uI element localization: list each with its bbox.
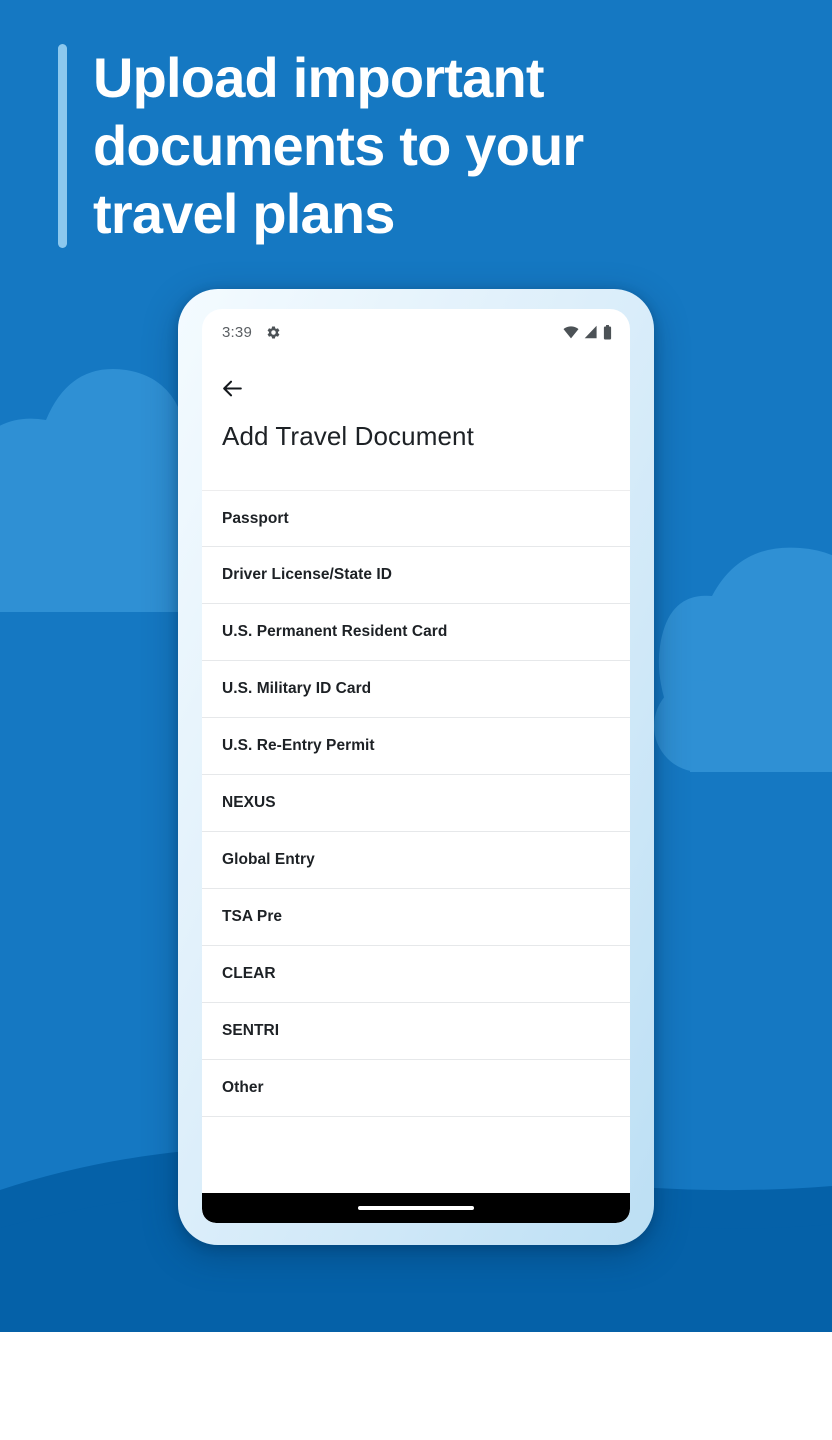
- headline-accent-bar: [58, 44, 67, 248]
- wifi-icon: [563, 325, 579, 339]
- document-type-list[interactable]: Passport Driver License/State ID U.S. Pe…: [202, 490, 630, 1193]
- promo-screenshot: Upload important documents to your trave…: [0, 0, 832, 1440]
- status-bar-clock: 3:39: [222, 323, 252, 341]
- list-item[interactable]: Driver License/State ID: [202, 547, 630, 604]
- list-item-label: Passport: [222, 509, 289, 527]
- status-bar-indicators: [563, 324, 612, 340]
- phone-screen: 3:39 Add Travel Document Passport Driver…: [202, 309, 630, 1223]
- list-item-label: U.S. Re-Entry Permit: [222, 737, 375, 754]
- phone-mockup: 3:39 Add Travel Document Passport Driver…: [178, 289, 654, 1245]
- promo-headline-block: Upload important documents to your trave…: [58, 44, 584, 248]
- list-item[interactable]: CLEAR: [202, 946, 630, 1003]
- list-item[interactable]: Other: [202, 1060, 630, 1117]
- list-item-label: U.S. Military ID Card: [222, 680, 372, 697]
- list-item[interactable]: U.S. Military ID Card: [202, 661, 630, 718]
- list-item-label: Driver License/State ID: [222, 566, 392, 583]
- list-item-label: CLEAR: [222, 965, 276, 982]
- list-item-label: NEXUS: [222, 794, 276, 811]
- home-gesture-handle[interactable]: [358, 1206, 474, 1210]
- page-title: Upload important documents to your trave…: [93, 46, 584, 245]
- list-item[interactable]: U.S. Permanent Resident Card: [202, 604, 630, 661]
- gear-icon: [266, 325, 281, 340]
- list-item-label: TSA Pre: [222, 908, 283, 925]
- list-item[interactable]: U.S. Re-Entry Permit: [202, 718, 630, 775]
- list-item-label: Global Entry: [222, 851, 315, 868]
- list-item[interactable]: Passport: [202, 490, 630, 547]
- screen-title: Add Travel Document: [222, 421, 474, 451]
- bottom-white-strip: [0, 1332, 832, 1440]
- list-item-label: U.S. Permanent Resident Card: [222, 623, 448, 640]
- list-item-label: Other: [222, 1079, 264, 1096]
- cellular-signal-icon: [584, 325, 598, 339]
- list-item[interactable]: NEXUS: [202, 775, 630, 832]
- list-item[interactable]: TSA Pre: [202, 889, 630, 946]
- list-item-label: SENTRI: [222, 1022, 280, 1039]
- list-item[interactable]: SENTRI: [202, 1003, 630, 1060]
- list-empty-space: [202, 1117, 630, 1193]
- arrow-left-icon: [220, 376, 245, 401]
- battery-icon: [603, 324, 612, 340]
- gesture-navigation-bar: [202, 1193, 630, 1223]
- back-button[interactable]: [202, 369, 268, 407]
- list-item[interactable]: Global Entry: [202, 832, 630, 889]
- status-bar: 3:39: [202, 309, 630, 355]
- app-bar: Add Travel Document: [202, 355, 630, 452]
